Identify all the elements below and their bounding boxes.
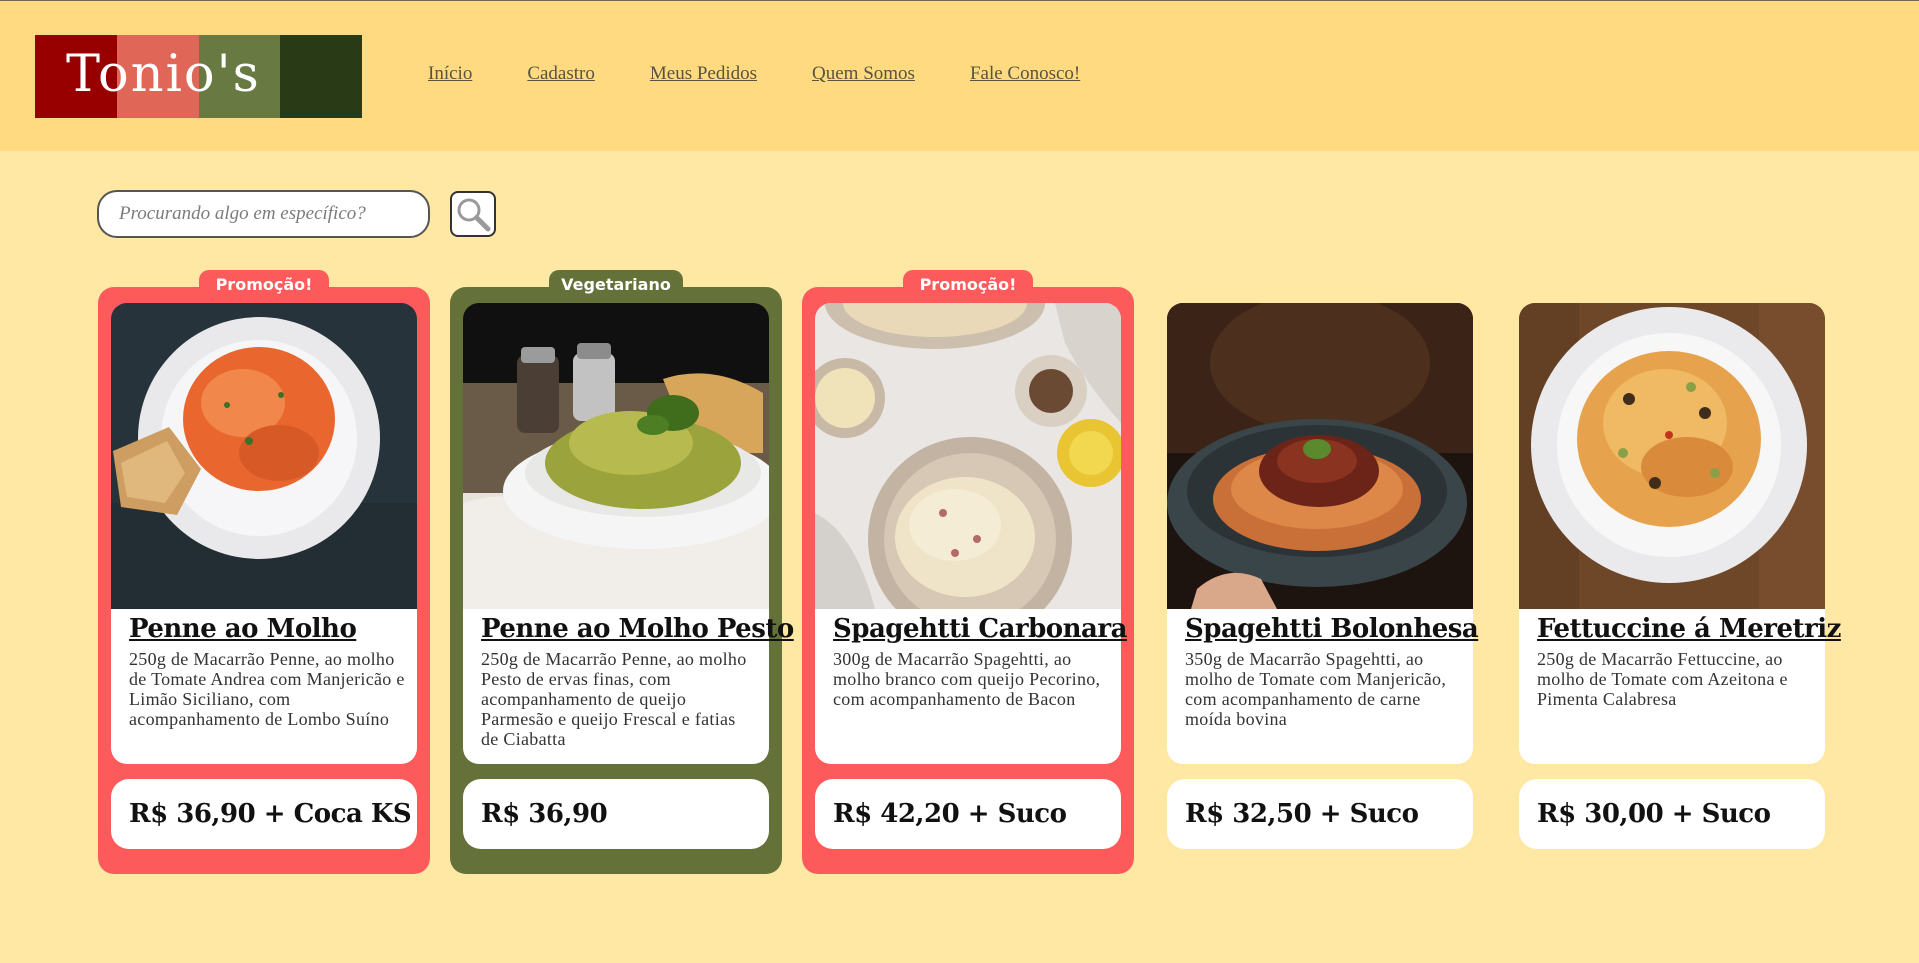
product-extra: + Suco	[967, 799, 1067, 829]
promo-badge: Promoção!	[199, 270, 329, 300]
product-price-box[interactable]: R$ 36,90 + Coca KS	[111, 779, 417, 849]
penne-pesto-image	[463, 303, 769, 609]
product-image-spagehtti-carbonara[interactable]	[815, 303, 1121, 609]
product-price: R$ 30,00	[1537, 799, 1664, 829]
spaghetti-bolonhesa-image	[1167, 303, 1473, 609]
product-price-box[interactable]: R$ 30,00 + Suco	[1519, 779, 1825, 849]
product-price: R$ 36,90	[129, 799, 256, 829]
product-price: R$ 36,90	[481, 799, 608, 829]
product-description: 250g de Macarrão Penne, ao molho Pesto d…	[481, 649, 747, 749]
product-price: R$ 42,20	[833, 799, 960, 829]
logo-stripe	[280, 35, 362, 118]
product-info: Fettuccine á Meretriz 250g de Macarrão F…	[1519, 609, 1841, 764]
product-price-box[interactable]: R$ 36,90	[463, 779, 769, 849]
product-image-penne-ao-molho[interactable]	[111, 303, 417, 609]
penne-ao-molho-image	[111, 303, 417, 609]
product-extra: + Suco	[1671, 799, 1771, 829]
nav-link-inicio[interactable]: Início	[428, 63, 472, 85]
promo-badge: Promoção!	[903, 270, 1033, 300]
product-image-fettuccine-a-meretriz[interactable]	[1519, 303, 1825, 609]
product-description: 250g de Macarrão Penne, ao molho de Toma…	[129, 649, 405, 729]
product-info: Spagehtti Bolonhesa 350g de Macarrão Spa…	[1167, 609, 1479, 764]
main-nav: Início Cadastro Meus Pedidos Quem Somos …	[428, 63, 1135, 85]
product-title[interactable]: Penne ao Molho Pesto	[481, 612, 794, 646]
product-price-box[interactable]: R$ 32,50 + Suco	[1167, 779, 1473, 849]
product-info: Penne ao Molho Pesto 250g de Macarrão Pe…	[463, 609, 794, 764]
product-description: 350g de Macarrão Spagehtti, ao molho de …	[1185, 649, 1447, 729]
nav-link-fale-conosco[interactable]: Fale Conosco!	[970, 63, 1080, 85]
product-info: Spagehtti Carbonara 300g de Macarrão Spa…	[815, 609, 1127, 764]
search-input[interactable]	[97, 190, 430, 238]
product-price: R$ 32,50	[1185, 799, 1312, 829]
product-description: 300g de Macarrão Spagehtti, ao molho bra…	[833, 649, 1101, 709]
product-info: Penne ao Molho 250g de Macarrão Penne, a…	[111, 609, 417, 764]
search-icon	[457, 198, 491, 232]
product-title[interactable]: Spagehtti Bolonhesa	[1185, 612, 1479, 646]
nav-link-cadastro[interactable]: Cadastro	[527, 63, 595, 85]
product-image-penne-ao-molho-pesto[interactable]	[463, 303, 769, 609]
brand-name: Tonio's	[66, 45, 261, 104]
nav-link-meus-pedidos[interactable]: Meus Pedidos	[650, 63, 757, 85]
brand-logo[interactable]: Tonio's	[35, 35, 362, 118]
product-extra: + Coca KS	[263, 799, 412, 829]
product-description: 250g de Macarrão Fettuccine, ao molho de…	[1537, 649, 1788, 709]
product-title[interactable]: Fettuccine á Meretriz	[1537, 612, 1841, 646]
fettuccine-meretriz-image	[1519, 303, 1825, 609]
product-title[interactable]: Penne ao Molho	[129, 612, 405, 646]
vegetarian-badge: Vegetariano	[549, 270, 683, 300]
nav-link-quem-somos[interactable]: Quem Somos	[812, 63, 915, 85]
product-extra: + Suco	[1319, 799, 1419, 829]
product-price-box[interactable]: R$ 42,20 + Suco	[815, 779, 1121, 849]
product-title[interactable]: Spagehtti Carbonara	[833, 612, 1127, 646]
search-button[interactable]	[450, 191, 496, 237]
site-header: Tonio's Início Cadastro Meus Pedidos Que…	[0, 1, 1919, 151]
product-image-spagehtti-bolonhesa[interactable]	[1167, 303, 1473, 609]
spaghetti-carbonara-image	[815, 303, 1121, 609]
